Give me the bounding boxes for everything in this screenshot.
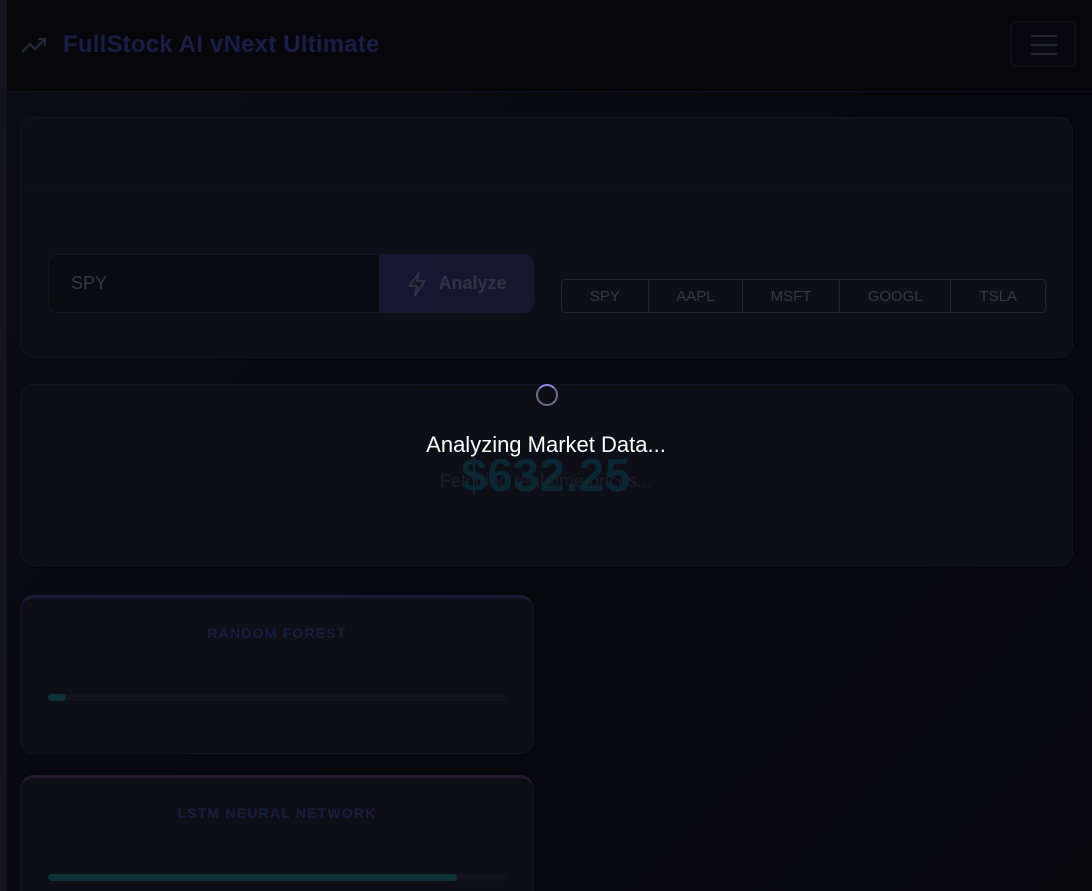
loading-message: Analyzing Market Data... — [426, 432, 666, 457]
loading-spinner-icon — [536, 384, 558, 406]
